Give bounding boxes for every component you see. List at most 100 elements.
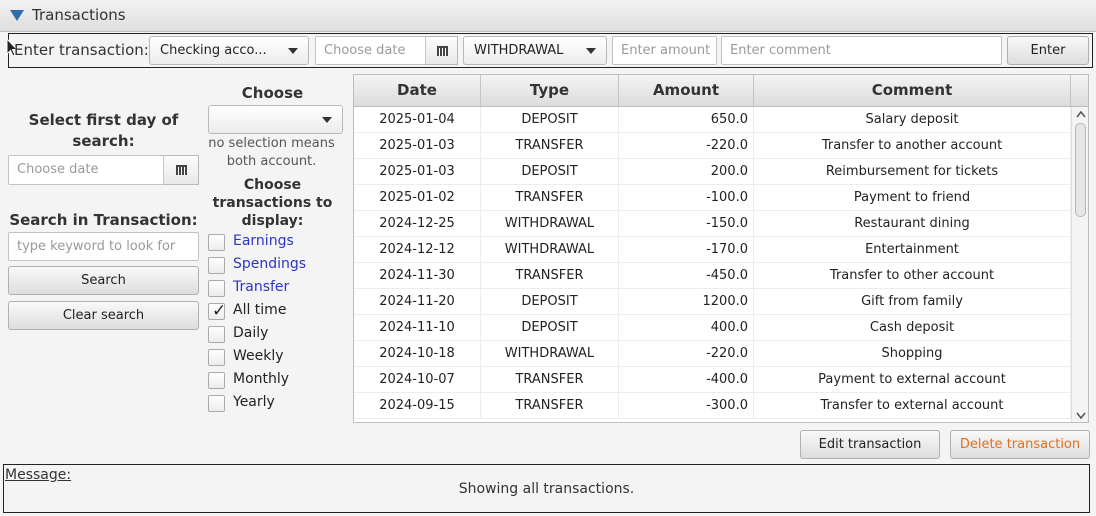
filter-option-yearly[interactable]: Yearly [208, 394, 328, 414]
table-cell-amount: 400.0 [619, 315, 754, 341]
search-button[interactable]: Search [8, 266, 199, 295]
checkmark-icon: ✓ [212, 301, 227, 321]
table-body: 2025-01-04 DEPOSIT 650.0 Salary deposit 2025… [354, 107, 1071, 419]
delete-transaction-button[interactable]: Delete transaction [950, 430, 1090, 459]
calendar-icon [176, 165, 187, 175]
checkbox[interactable] [208, 257, 225, 274]
window-title: Transactions [32, 6, 126, 24]
checkbox[interactable] [208, 349, 225, 366]
account-combo[interactable]: Checking acco... [149, 36, 309, 65]
table-cell-type: DEPOSIT [481, 315, 619, 341]
transactions-table[interactable]: Date Type Amount Comment 2025-01-04 DEPOS… [353, 74, 1089, 423]
checkbox[interactable] [208, 372, 225, 389]
amount-field[interactable]: Enter amount [612, 36, 717, 65]
table-cell-type: TRANSFER [481, 393, 619, 419]
filter-option-earnings[interactable]: Earnings [208, 233, 328, 253]
table-cell-date: 2024-11-30 [354, 263, 481, 289]
entry-date-picker-button[interactable] [425, 36, 458, 65]
table-cell-amount: -170.0 [619, 237, 754, 263]
checkbox-label: Transfer [233, 279, 290, 295]
search-input[interactable]: type keyword to look for [8, 232, 199, 261]
table-cell-comment: Gift from family [754, 289, 1071, 315]
filter-option-daily[interactable]: Daily [208, 325, 328, 345]
filter-option-transfer[interactable]: Transfer [208, 279, 328, 299]
table-cell-type: TRANSFER [481, 185, 619, 211]
checkbox-label: All time [233, 302, 287, 318]
account-hint: no selection means both account. [208, 136, 335, 169]
title-bar[interactable]: Transactions [0, 0, 1096, 32]
table-row[interactable]: 2024-11-30 TRANSFER -450.0 Transfer to othe… [354, 263, 1071, 289]
table-cell-date: 2024-11-20 [354, 289, 481, 315]
type-combo-value: WITHDRAWAL [474, 43, 564, 58]
filter-option-weekly[interactable]: Weekly [208, 348, 328, 368]
table-cell-type: DEPOSIT [481, 159, 619, 185]
search-date-field[interactable]: Choose date [8, 155, 164, 185]
column-header-comment[interactable]: Comment [754, 75, 1071, 106]
checkbox[interactable] [208, 280, 225, 297]
checkbox-label: Monthly [233, 371, 290, 387]
table-row[interactable]: 2024-12-12 WITHDRAWAL -170.0 Entertainment [354, 237, 1071, 263]
checkbox[interactable] [208, 395, 225, 412]
chevron-down-icon [586, 48, 596, 54]
table-cell-date: 2024-09-15 [354, 393, 481, 419]
table-row[interactable]: 2025-01-02 TRANSFER -100.0 Payment to frien… [354, 185, 1071, 211]
comment-field[interactable]: Enter comment [721, 36, 1002, 65]
checkbox[interactable]: ✓ [208, 301, 227, 321]
column-header-corner [1071, 75, 1088, 106]
table-row[interactable]: 2025-01-04 DEPOSIT 650.0 Salary deposit [354, 107, 1071, 133]
table-row[interactable]: 2024-11-10 DEPOSIT 400.0 Cash deposit [354, 315, 1071, 341]
table-cell-type: WITHDRAWAL [481, 211, 619, 237]
table-cell-amount: -400.0 [619, 367, 754, 393]
first-day-heading: Select first day of search: [28, 111, 179, 150]
filter-option-spendings[interactable]: Spendings [208, 256, 328, 276]
table-row[interactable]: 2024-10-07 TRANSFER -400.0 Payment to exter… [354, 367, 1071, 393]
table-cell-comment: Payment to friend [754, 185, 1071, 211]
table-row[interactable]: 2024-11-20 DEPOSIT 1200.0 Gift from family [354, 289, 1071, 315]
table-cell-amount: -220.0 [619, 133, 754, 159]
column-header-amount[interactable]: Amount [619, 75, 754, 106]
filter-option-all-time[interactable]: ✓ All time [208, 301, 328, 322]
filter-account-combo[interactable] [208, 105, 343, 134]
table-cell-date: 2025-01-04 [354, 107, 481, 133]
table-row[interactable]: 2025-01-03 DEPOSIT 200.0 Reimbursement for … [354, 159, 1071, 185]
checkbox[interactable] [208, 326, 225, 343]
checkbox-label: Earnings [233, 233, 294, 249]
table-cell-type: TRANSFER [481, 367, 619, 393]
entry-date-field[interactable]: Choose date [315, 36, 426, 65]
filter-option-monthly[interactable]: Monthly [208, 371, 328, 391]
table-cell-amount: -450.0 [619, 263, 754, 289]
type-combo[interactable]: WITHDRAWAL [463, 36, 607, 65]
scroll-down-icon[interactable] [1076, 412, 1086, 420]
table-cell-amount: 200.0 [619, 159, 754, 185]
scroll-up-icon[interactable] [1076, 110, 1086, 118]
column-header-type[interactable]: Type [481, 75, 619, 106]
table-cell-date: 2024-10-07 [354, 367, 481, 393]
checkbox[interactable] [208, 234, 225, 251]
table-row[interactable]: 2024-12-25 WITHDRAWAL -150.0 Restaurant din… [354, 211, 1071, 237]
checkbox-label: Spendings [233, 256, 307, 272]
table-header: Date Type Amount Comment [354, 75, 1088, 107]
table-cell-amount: -100.0 [619, 185, 754, 211]
column-header-date[interactable]: Date [354, 75, 481, 106]
clear-search-button[interactable]: Clear search [8, 301, 199, 330]
vertical-scrollbar[interactable] [1071, 107, 1088, 422]
chevron-down-icon [288, 48, 298, 54]
calendar-icon [436, 45, 448, 56]
collapse-triangle-icon[interactable] [10, 10, 24, 21]
table-cell-type: DEPOSIT [481, 107, 619, 133]
search-date-picker-button[interactable] [163, 155, 199, 185]
message-text: Showing all transactions. [458, 481, 635, 497]
table-row[interactable]: 2025-01-03 TRANSFER -220.0 Transfer to anot… [354, 133, 1071, 159]
scrollbar-thumb[interactable] [1075, 123, 1086, 217]
edit-transaction-button[interactable]: Edit transaction [800, 430, 940, 459]
table-row[interactable]: 2024-10-18 WITHDRAWAL -220.0 Shopping [354, 341, 1071, 367]
table-cell-date: 2025-01-02 [354, 185, 481, 211]
table-cell-type: WITHDRAWAL [481, 341, 619, 367]
enter-button[interactable]: Enter [1007, 36, 1089, 65]
table-cell-comment: Salary deposit [754, 107, 1071, 133]
table-row[interactable]: 2024-09-15 TRANSFER -300.0 Transfer to exte… [354, 393, 1071, 419]
table-cell-date: 2024-12-12 [354, 237, 481, 263]
checkbox-label: Yearly [233, 394, 275, 410]
table-cell-date: 2025-01-03 [354, 159, 481, 185]
enter-transaction-label: Enter transaction: [14, 41, 149, 59]
